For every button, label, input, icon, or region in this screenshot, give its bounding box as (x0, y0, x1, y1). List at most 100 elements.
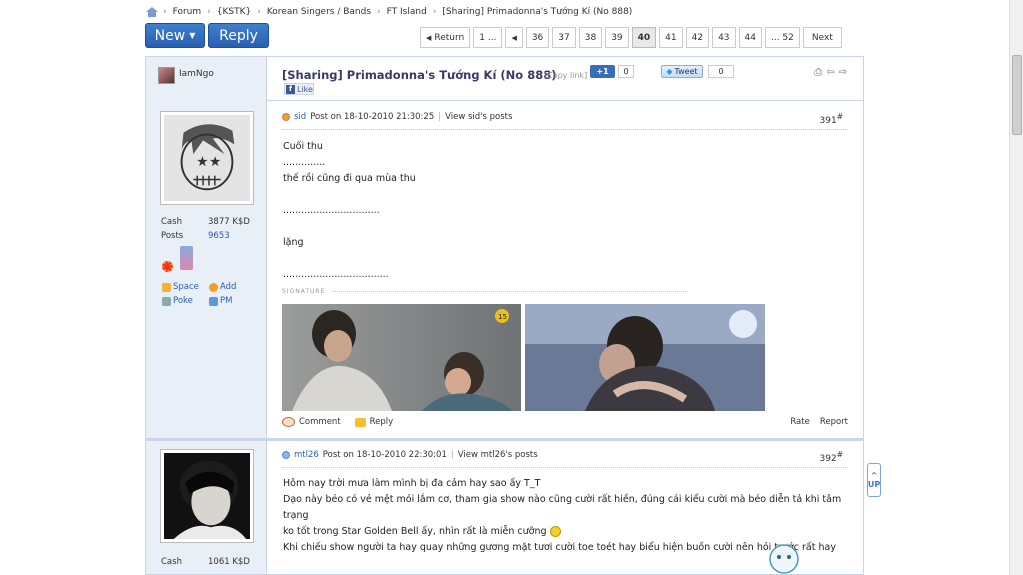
posts-label: Posts (161, 231, 184, 241)
new-button-label: New (154, 27, 186, 44)
facebook-like-button[interactable]: f Like (284, 83, 314, 95)
pm-label: PM (220, 296, 233, 306)
post-number-value: 391 (819, 116, 837, 126)
post-meta: sid Post on 18-10-2010 21:30:25 | View s… (282, 112, 512, 122)
cash-label: Cash (161, 217, 182, 227)
starter-name[interactable]: IamNgo (179, 69, 214, 79)
poke-icon (162, 296, 171, 306)
new-button[interactable]: New ▼ (145, 23, 205, 48)
header-icons: ⎙ ⇦ ⇨ (814, 67, 847, 78)
post-line: lặng (283, 237, 304, 248)
pager-prev[interactable]: ◀ (505, 27, 523, 48)
post-line: Cuối thu (283, 141, 323, 152)
home-icon (162, 282, 171, 292)
post-line: Hôm nay trời mưa làm mình bị đa cảm hay … (283, 478, 541, 489)
meta-divider: | (450, 450, 454, 460)
breadcrumb-ft-island[interactable]: FT Island (387, 7, 427, 17)
thread-header: IamNgo [Sharing] Primadonna's Tướng Kí (… (146, 57, 863, 101)
facebook-icon: f (286, 84, 295, 94)
author-stats: Cash 3877 K$D Posts 9653 (161, 217, 261, 245)
post-line: ................................ (283, 205, 380, 216)
thread-title: [Sharing] Primadonna's Tướng Kí (No 888) (282, 68, 557, 82)
post-body: Cuối thu .............. thế rồi cũng đi … (283, 139, 416, 283)
svg-text:★: ★ (196, 154, 208, 170)
chevron-left-icon: ◀ (511, 33, 517, 42)
view-author-posts[interactable]: View mtl26's posts (458, 450, 538, 460)
reply-link[interactable]: Reply (370, 417, 394, 427)
post-author[interactable]: sid (294, 112, 306, 122)
breadcrumb-separator: › (377, 7, 381, 17)
pager-return-label: Return (434, 32, 465, 43)
pager-page[interactable]: 39 (605, 27, 629, 48)
post-separator (146, 438, 863, 441)
signature-image-left: 15 (282, 304, 521, 411)
post-line: ................................... (283, 269, 389, 280)
music-medal-icon (180, 246, 193, 270)
post-line: ko tốt trong Star Golden Bell ấy, nhìn r… (283, 526, 547, 537)
comment-link[interactable]: Comment (299, 417, 341, 427)
reply-button[interactable]: Reply (208, 23, 269, 48)
space-link[interactable]: Space (162, 282, 209, 292)
hash-icon: # (836, 112, 843, 121)
rate-link[interactable]: Rate (790, 417, 810, 427)
scroll-to-top-button[interactable]: ^ UP (867, 463, 881, 497)
pm-link[interactable]: PM (209, 296, 259, 306)
pager-last[interactable]: ... 52 (764, 27, 800, 48)
google-plus-count: 0 (618, 65, 634, 78)
author-avatar[interactable]: ★ ★ (160, 111, 254, 205)
post-number[interactable]: 392# (820, 450, 843, 464)
chevron-down-icon: ▼ (189, 31, 196, 40)
tweet-count: 0 (708, 65, 734, 78)
post-number[interactable]: 391# (820, 112, 843, 126)
scrollbar[interactable] (1009, 0, 1023, 575)
scrollbar-thumb[interactable] (1012, 55, 1022, 135)
post-number-value: 392 (819, 454, 837, 464)
post-meta: mtl26 Post on 18-10-2010 22:30:01 | View… (282, 450, 538, 460)
author-avatar[interactable] (160, 449, 254, 543)
pager-page[interactable]: 42 (685, 27, 710, 48)
cash-value: 3877 K$D (208, 217, 250, 227)
online-status-icon (282, 451, 290, 459)
starter-avatar[interactable] (158, 67, 175, 84)
breadcrumb: › Forum › {KSTK} › Korean Singers / Band… (146, 5, 632, 19)
post-line: Dạo này béo có vẻ mệt mỏi lắm cơ, tham g… (283, 494, 842, 521)
report-link[interactable]: Report (820, 417, 848, 427)
author-actions: Space Add Poke PM (162, 282, 259, 306)
post-date: Post on 18-10-2010 22:30:01 (322, 450, 447, 460)
pager-return[interactable]: ◀ Return (420, 27, 471, 48)
pager-page[interactable]: 43 (712, 27, 736, 48)
tweet-button[interactable]: ◆ Tweet (661, 65, 703, 78)
breadcrumb-separator: › (163, 7, 167, 17)
pager-first[interactable]: 1 ... (473, 27, 503, 48)
pager-page[interactable]: 38 (578, 27, 603, 48)
breadcrumb-kstk[interactable]: {KSTK} (217, 7, 251, 17)
breadcrumb-forum[interactable]: Forum (173, 7, 202, 17)
post-list: IamNgo [Sharing] Primadonna's Tướng Kí (… (145, 56, 864, 575)
signature-label: SIGNATURE (282, 288, 326, 295)
hash-icon: # (836, 450, 843, 459)
view-author-posts[interactable]: View sid's posts (445, 112, 512, 122)
pager-page[interactable]: 36 (525, 27, 550, 48)
breadcrumb-korean-singers[interactable]: Korean Singers / Bands (267, 7, 371, 17)
photo-elevator-scene: 15 (282, 304, 521, 411)
skull-avatar-image: ★ ★ (164, 115, 250, 201)
pager-next[interactable]: Next (802, 27, 842, 48)
breadcrumb-separator: › (257, 7, 261, 17)
pager-page[interactable]: 41 (659, 27, 683, 48)
copy-link[interactable]: [Copy link] (544, 71, 587, 80)
print-icon[interactable]: ⎙ (814, 67, 822, 78)
home-icon[interactable] (146, 7, 158, 17)
online-status-icon (282, 113, 290, 121)
posts-count[interactable]: 9653 (208, 231, 230, 241)
pager-page[interactable]: 37 (552, 27, 576, 48)
google-plus-button[interactable]: +1 (590, 65, 615, 78)
next-thread-icon[interactable]: ⇨ (839, 67, 847, 78)
post-line (283, 187, 416, 203)
post-author[interactable]: mtl26 (294, 450, 319, 460)
breadcrumb-thread[interactable]: [Sharing] Primadonna's Tướng Kí (No 888) (442, 7, 632, 17)
poke-link[interactable]: Poke (162, 296, 209, 306)
previous-thread-icon[interactable]: ⇦ (826, 67, 834, 78)
add-friend-link[interactable]: Add (209, 282, 259, 292)
pager-page[interactable]: 44 (738, 27, 762, 48)
add-friend-icon (209, 282, 218, 292)
